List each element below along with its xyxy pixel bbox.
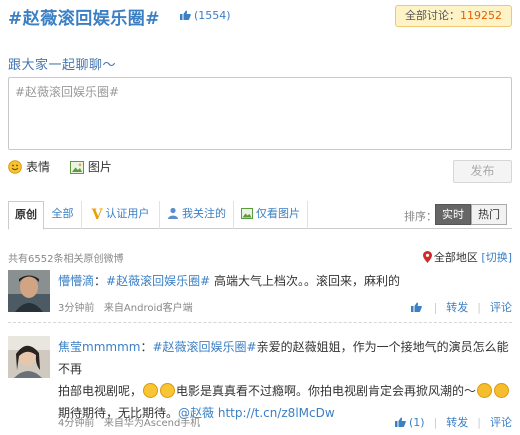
comment-button[interactable]: 评论 <box>490 416 512 429</box>
divider: | <box>477 416 481 429</box>
like-count: (1554) <box>194 9 231 22</box>
sort-realtime-button[interactable]: 实时 <box>435 204 471 225</box>
post-time[interactable]: 3分钟前 <box>58 303 94 314</box>
comment-button[interactable]: 评论 <box>490 301 512 314</box>
emoji-button[interactable]: 表情 <box>8 158 50 175</box>
post-content: 焦莹mmmmm：#赵薇滚回娱乐圈#亲爱的赵薇姐姐，作为一个接地气的演员怎么能不再… <box>58 336 512 424</box>
topic-header: #赵薇滚回娱乐圈# (1554) 全部讨论：119252 <box>8 4 512 30</box>
post-content: 懵懵滴：#赵薇滚回娱乐圈# 高端大气上档次。。滚回来，麻利的 <box>58 270 512 292</box>
tab-following[interactable]: 我关注的 <box>160 201 234 229</box>
grin-emoji-icon <box>143 383 159 398</box>
result-summary: 共有6552条相关原创微博 <box>8 254 124 265</box>
like-button[interactable]: (1) <box>394 416 425 429</box>
post-line: 拍部电视剧呢， 电影是真真看不过瘾啊。你拍电视剧肯定会再掀风潮的～ <box>58 380 512 402</box>
filter-tabs: 原创 全部 V 认证用户 我关注的 仅看图片 排序： 实时 热门 <box>8 201 512 230</box>
repost-button[interactable]: 转发 <box>446 416 468 429</box>
post-text: 电影是真真看不过瘾啊。你拍电视剧肯定会再掀风潮的～ <box>176 384 477 398</box>
verified-v-icon: V <box>91 207 103 223</box>
colon: ： <box>140 340 153 354</box>
divider: | <box>477 301 481 314</box>
image-icon <box>69 161 84 174</box>
tab-verified[interactable]: V 认证用户 <box>82 201 160 229</box>
post-topic-link[interactable]: #赵薇滚回娱乐圈# <box>106 274 210 288</box>
thumbs-up-icon[interactable] <box>410 302 422 312</box>
total-label: 全部讨论： <box>405 9 460 22</box>
total-discussion-badge: 全部讨论：119252 <box>395 5 512 27</box>
compose-textarea[interactable]: #赵薇滚回娱乐圈# <box>8 77 512 150</box>
avatar[interactable] <box>8 336 50 378</box>
colon: ： <box>94 274 107 288</box>
post-footer: 4分钟前 来自华为Ascend手机 (1) | 转发 | 评论 <box>58 414 512 429</box>
tab-images-only[interactable]: 仅看图片 <box>234 201 308 229</box>
post-source: 来自Android客户端 <box>103 303 193 314</box>
avatar[interactable] <box>8 270 50 312</box>
image-icon <box>241 208 253 219</box>
compose-prompt: 跟大家一起聊聊～ <box>8 58 117 73</box>
post-text: 拍部电视剧呢， <box>58 384 143 398</box>
total-count: 119252 <box>460 9 502 22</box>
heart-eyes-emoji-icon <box>477 383 493 398</box>
post-divider <box>8 322 512 323</box>
tab-all[interactable]: 全部 <box>44 201 82 229</box>
tab-following-label: 我关注的 <box>182 207 226 220</box>
region-label: 全部地区 <box>433 251 478 264</box>
feed-meta: 共有6552条相关原创微博 全部地区 [切换] <box>8 250 512 265</box>
thumbs-up-icon <box>180 10 191 20</box>
tab-images-label: 仅看图片 <box>256 207 300 220</box>
region-filter: 全部地区 [切换] <box>422 249 512 265</box>
post-actions: (1) | 转发 | 评论 <box>394 414 512 430</box>
divider: | <box>433 301 438 314</box>
post-author[interactable]: 焦莹mmmmm <box>58 340 140 354</box>
tab-original[interactable]: 原创 <box>8 201 44 230</box>
post-source: 来自华为Ascend手机 <box>103 418 201 429</box>
divider: | <box>433 416 438 429</box>
post-topic-link[interactable]: #赵薇滚回娱乐圈# <box>152 340 256 354</box>
compose-tools: 表情 图片 <box>8 158 128 174</box>
grin-emoji-icon <box>160 383 176 398</box>
publish-button[interactable]: 发布 <box>453 160 512 183</box>
post-line: 焦莹mmmmm：#赵薇滚回娱乐圈#亲爱的赵薇姐姐，作为一个接地气的演员怎么能不再 <box>58 336 512 380</box>
post-author[interactable]: 懵懵滴 <box>58 274 94 288</box>
image-button[interactable]: 图片 <box>69 158 112 175</box>
emoji-label: 表情 <box>26 160 51 174</box>
sort-hot-button[interactable]: 热门 <box>471 204 507 225</box>
tab-verified-label: 认证用户 <box>105 207 150 220</box>
like-button[interactable]: (1554) <box>180 9 231 22</box>
repost-button[interactable]: 转发 <box>446 301 468 314</box>
smiley-icon <box>8 160 22 174</box>
heart-eyes-emoji-icon <box>494 383 510 398</box>
sort-label: 排序： <box>404 210 437 223</box>
post-actions: | 转发 | 评论 <box>410 299 512 315</box>
post-text: 高端大气上档次。。滚回来，麻利的 <box>210 274 400 288</box>
location-pin-icon <box>422 251 432 263</box>
like-count: (1) <box>408 416 425 429</box>
compose-text: #赵薇滚回娱乐圈# <box>15 85 120 99</box>
user-icon <box>168 207 178 219</box>
post-footer: 3分钟前 来自Android客户端 | 转发 | 评论 <box>58 299 512 314</box>
region-switch-link[interactable]: [切换] <box>481 251 512 264</box>
post-time[interactable]: 4分钟前 <box>58 418 94 429</box>
image-label: 图片 <box>87 160 112 174</box>
topic-title[interactable]: #赵薇滚回娱乐圈# <box>8 4 160 29</box>
thumbs-up-icon <box>394 417 406 427</box>
